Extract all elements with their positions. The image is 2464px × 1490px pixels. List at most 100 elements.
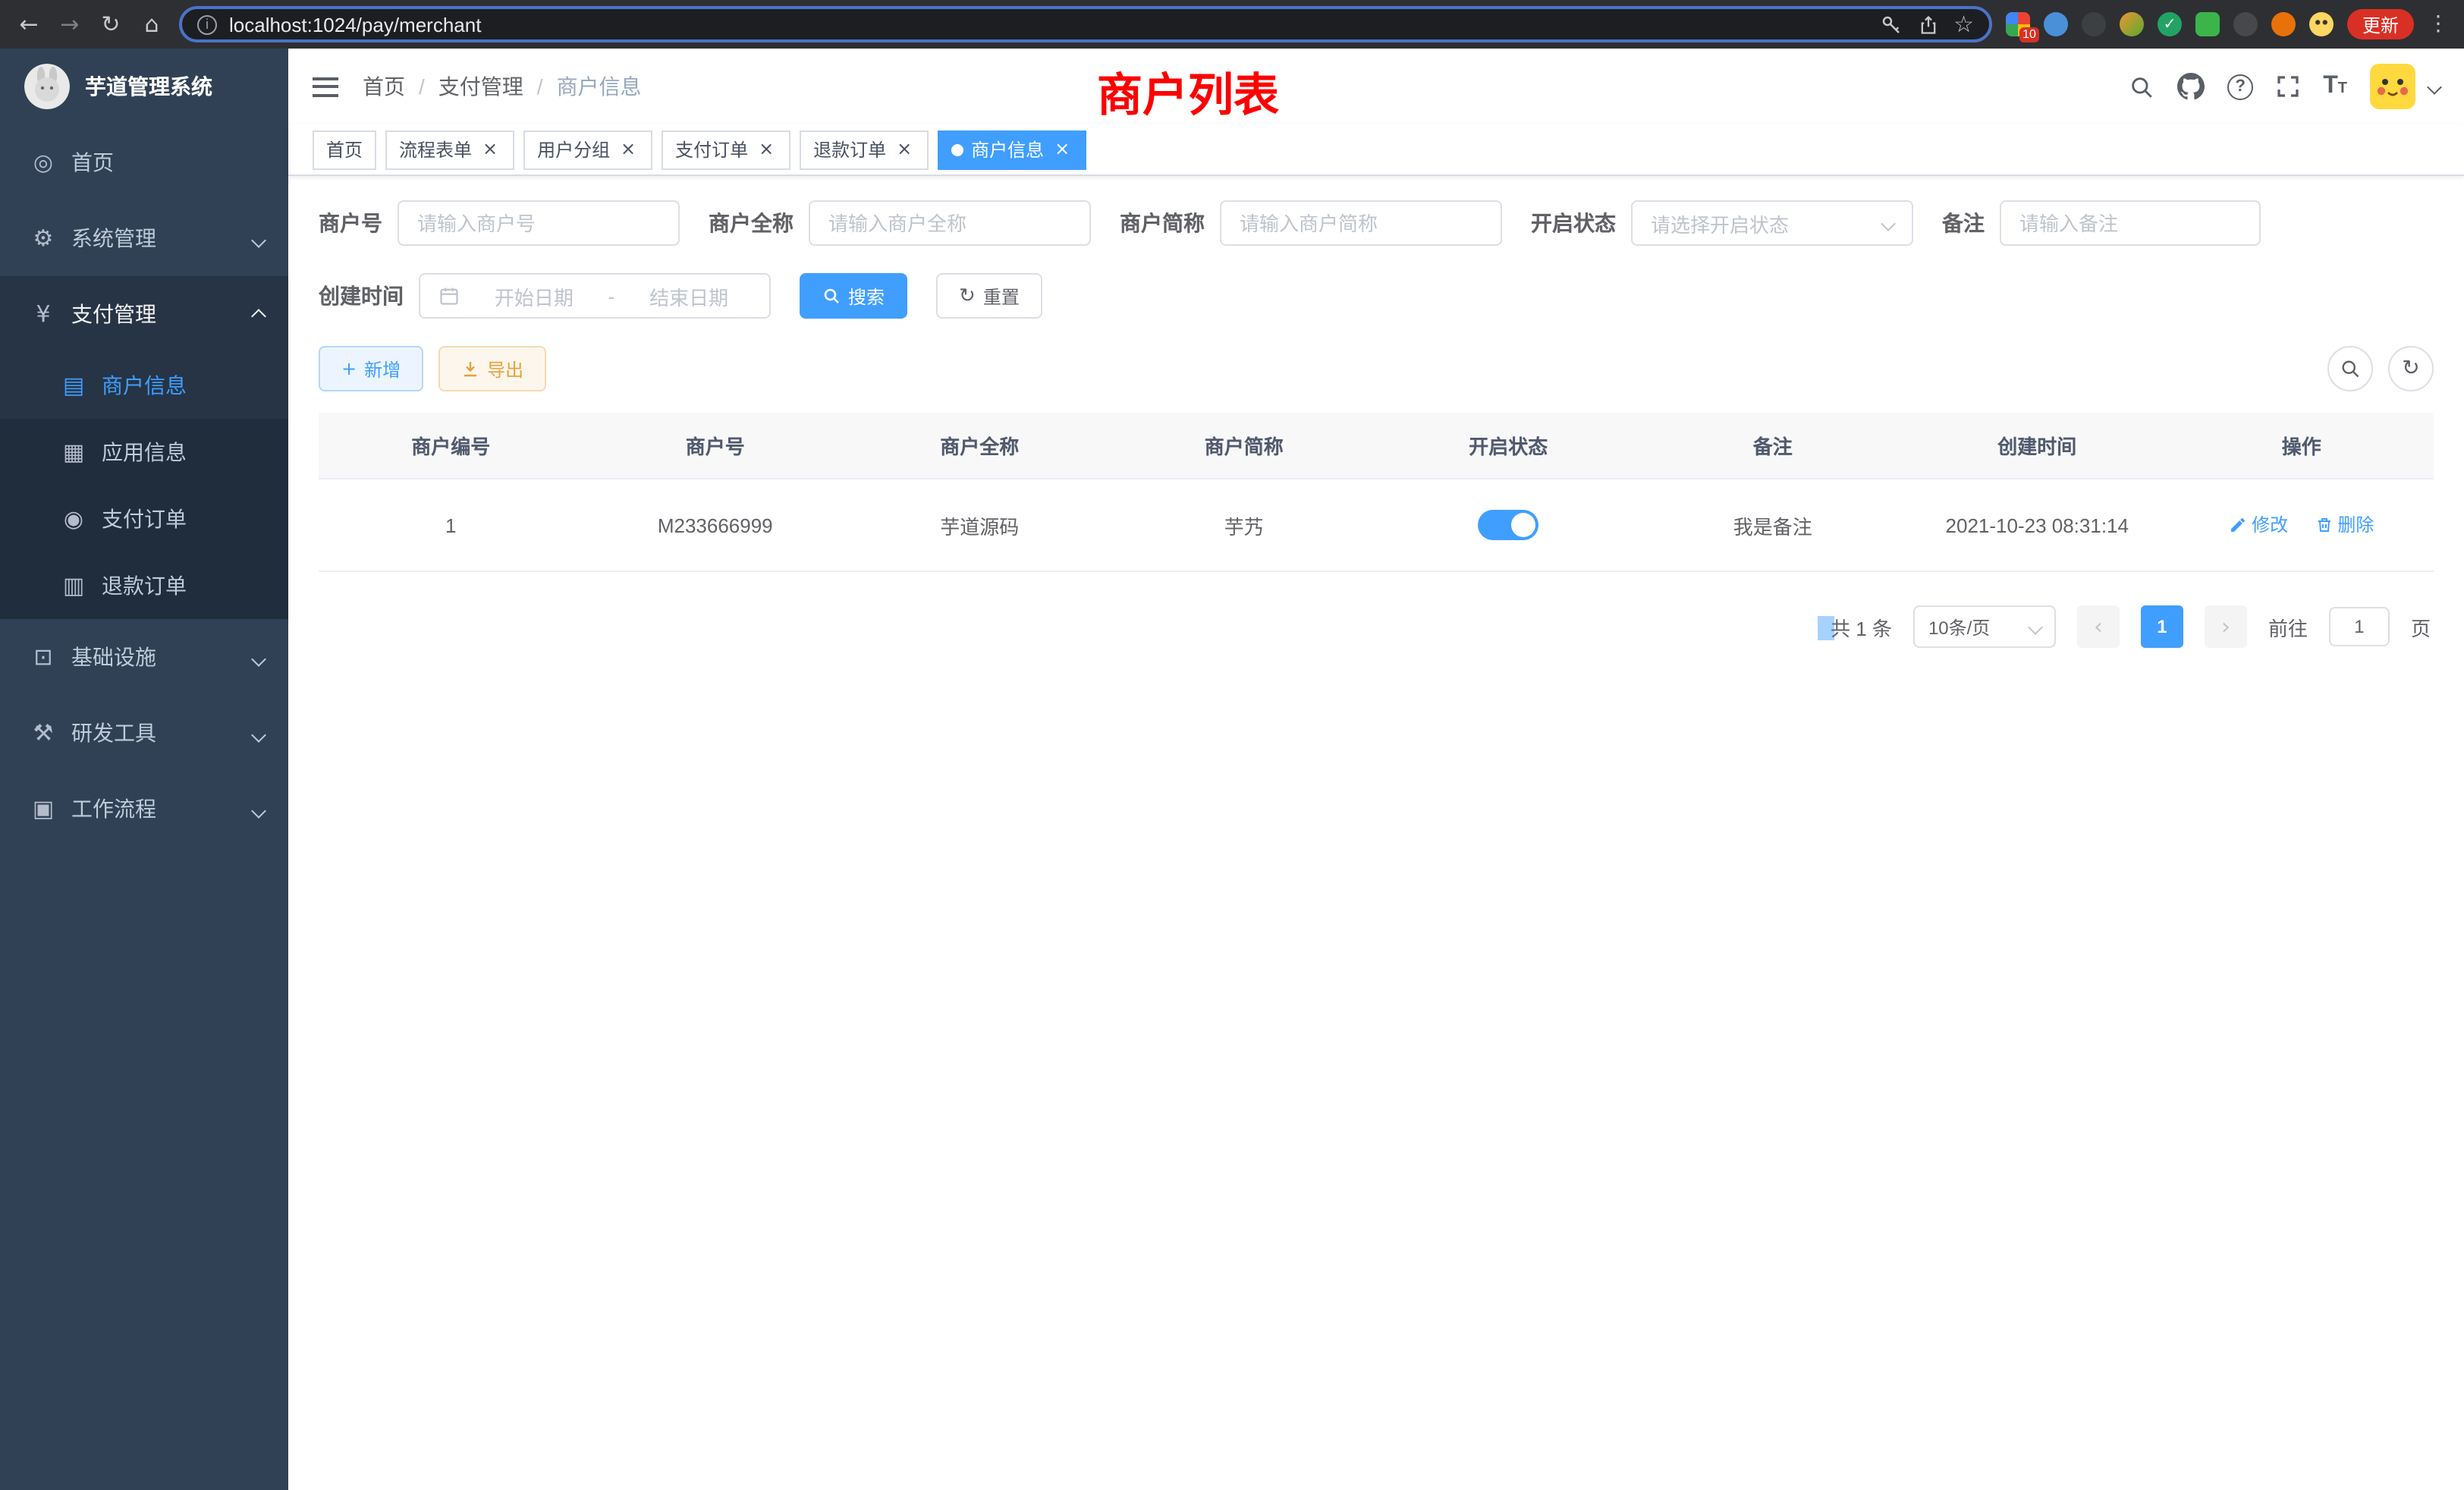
forward-icon[interactable]: → [56, 11, 83, 38]
sidebar-item-merchant-info[interactable]: ▤ 商户信息 [0, 352, 288, 419]
extension-orange-icon[interactable] [2271, 12, 2296, 36]
active-tab-dot [951, 143, 963, 156]
close-icon[interactable]: × [1051, 139, 1073, 160]
add-button[interactable]: + 新增 [319, 346, 423, 391]
menu-label: 支付管理 [71, 299, 156, 329]
search-button[interactable]: 搜索 [800, 273, 907, 319]
bookmark-star-icon[interactable]: ☆ [1953, 11, 1974, 38]
address-bar[interactable]: i localhost:1024/pay/merchant ☆ [179, 6, 1992, 42]
refund-icon: ▥ [61, 572, 86, 599]
extension-dark-icon[interactable] [2082, 12, 2106, 36]
home-icon[interactable]: ⌂ [138, 11, 165, 38]
chrome-update-button[interactable]: 更新 [2347, 9, 2414, 39]
tab-label: 商户信息 [971, 137, 1044, 162]
date-range-input[interactable]: 开始日期 - 结束日期 [419, 273, 771, 319]
tab-user-group[interactable]: 用户分组 × [523, 130, 652, 169]
extension-check-icon[interactable]: ✓ [2158, 12, 2182, 36]
page-size-select[interactable]: 10条/页 [1913, 605, 2056, 648]
menu-label: 工作流程 [71, 794, 156, 824]
extension-avatar-icon[interactable] [2120, 12, 2144, 36]
logo-avatar [24, 64, 70, 109]
help-icon[interactable]: ? [2227, 74, 2253, 99]
refresh-table-icon[interactable]: ↻ [2388, 346, 2434, 391]
menu-label: 研发工具 [71, 718, 156, 748]
extension-pinwheel-icon[interactable] [2233, 12, 2258, 36]
merchant-short-label: 商户简称 [1120, 208, 1205, 238]
prev-page-button[interactable]: ‹ [2077, 605, 2120, 648]
reload-icon[interactable]: ↻ [97, 11, 124, 38]
search-icon[interactable] [2129, 74, 2154, 99]
edit-link[interactable]: 修改 [2229, 512, 2288, 538]
toggle-search-icon[interactable] [2327, 346, 2373, 391]
site-info-icon[interactable]: i [197, 14, 217, 34]
gear-icon: ⚙ [30, 225, 56, 252]
merchant-name-input[interactable] [809, 200, 1091, 246]
merchant-table: 商户编号 商户号 商户全称 商户简称 开启状态 备注 创建时间 操作 1 [319, 413, 2434, 572]
end-date-placeholder[interactable]: 结束日期 [627, 281, 751, 310]
sidebar-item-app-info[interactable]: ▦ 应用信息 [0, 419, 288, 486]
column-header-merchant-no: 商户号 [583, 413, 848, 479]
tab-refund-order[interactable]: 退款订单 × [800, 130, 929, 169]
extensions-grid-icon[interactable]: 10 [2006, 12, 2030, 36]
user-avatar[interactable] [2370, 64, 2415, 109]
cell-actions: 修改 删除 [2170, 479, 2434, 571]
font-size-icon[interactable]: TT [2323, 73, 2347, 100]
order-icon: ◉ [61, 505, 86, 533]
close-icon[interactable]: × [894, 139, 915, 160]
start-date-placeholder[interactable]: 开始日期 [472, 281, 596, 310]
payment-submenu: ▤ 商户信息 ▦ 应用信息 ◉ 支付订单 ▥ 退款订单 [0, 352, 288, 619]
sidebar-item-system[interactable]: ⚙ 系统管理 [0, 200, 288, 276]
reset-button[interactable]: ↻ 重置 [936, 273, 1042, 319]
url-text[interactable]: localhost:1024/pay/merchant [229, 13, 1867, 36]
password-key-icon[interactable] [1879, 13, 1902, 36]
cell-full-name: 芋道源码 [847, 479, 1112, 571]
merchant-no-input[interactable] [398, 200, 680, 246]
status-select[interactable]: 请选择开启状态 [1631, 200, 1913, 246]
tab-process-form[interactable]: 流程表单 × [385, 130, 514, 169]
sidebar-item-infrastructure[interactable]: ⊡ 基础设施 [0, 619, 288, 695]
breadcrumb-payment[interactable]: 支付管理 [438, 71, 523, 102]
goto-label: 前往 [2268, 612, 2308, 641]
chevron-up-icon [253, 302, 264, 326]
browser-menu-icon[interactable]: ⋮ [2428, 12, 2449, 36]
back-icon[interactable]: ← [15, 11, 42, 38]
workflow-icon: ▣ [30, 795, 56, 822]
total-count: 共 1 条 [1831, 617, 1892, 640]
sidebar-item-dev-tools[interactable]: ⚒ 研发工具 [0, 695, 288, 771]
extension-green-icon[interactable] [2195, 12, 2220, 36]
grid-icon: ▦ [61, 439, 86, 466]
tab-merchant-info[interactable]: 商户信息 × [938, 130, 1086, 169]
sidebar-item-payment[interactable]: ¥ 支付管理 [0, 276, 288, 352]
github-icon[interactable] [2177, 73, 2205, 100]
profile-avatar-icon[interactable] [2309, 12, 2334, 36]
extension-blue-icon[interactable] [2044, 12, 2068, 36]
breadcrumb-separator: / [419, 74, 425, 99]
close-icon[interactable]: × [756, 139, 777, 160]
yen-icon: ¥ [30, 300, 56, 328]
breadcrumb-home[interactable]: 首页 [363, 71, 405, 102]
sidebar-item-workflow[interactable]: ▣ 工作流程 [0, 771, 288, 847]
fullscreen-icon[interactable] [2276, 74, 2300, 99]
share-icon[interactable] [1917, 13, 1938, 36]
tab-home[interactable]: 首页 [313, 130, 376, 169]
next-page-button[interactable]: › [2205, 605, 2247, 648]
delete-link[interactable]: 删除 [2315, 512, 2374, 538]
export-button[interactable]: 导出 [438, 346, 546, 391]
page-header: 首页 / 支付管理 / 商户信息 ? [288, 49, 2464, 124]
page-1-button[interactable]: 1 [2141, 605, 2183, 648]
hamburger-icon[interactable] [313, 77, 338, 96]
sidebar-item-home[interactable]: ◎ 首页 [0, 124, 288, 200]
close-icon[interactable]: × [618, 139, 639, 160]
tab-pay-order[interactable]: 支付订单 × [662, 130, 790, 169]
merchant-short-input[interactable] [1220, 200, 1502, 246]
close-icon[interactable]: × [479, 139, 501, 160]
filter-row-1: 商户号 商户全称 商户简称 开启状态 请选择开启状态 [319, 200, 2434, 246]
status-label: 开启状态 [1531, 208, 1616, 238]
status-toggle[interactable] [1478, 510, 1538, 540]
merchant-name-label: 商户全称 [709, 208, 794, 238]
sidebar-item-pay-order[interactable]: ◉ 支付订单 [0, 486, 288, 552]
caret-down-icon[interactable] [2429, 73, 2440, 100]
sidebar-item-refund-order[interactable]: ▥ 退款订单 [0, 552, 288, 619]
goto-page-input[interactable] [2329, 607, 2390, 646]
remark-input[interactable] [2000, 200, 2261, 246]
